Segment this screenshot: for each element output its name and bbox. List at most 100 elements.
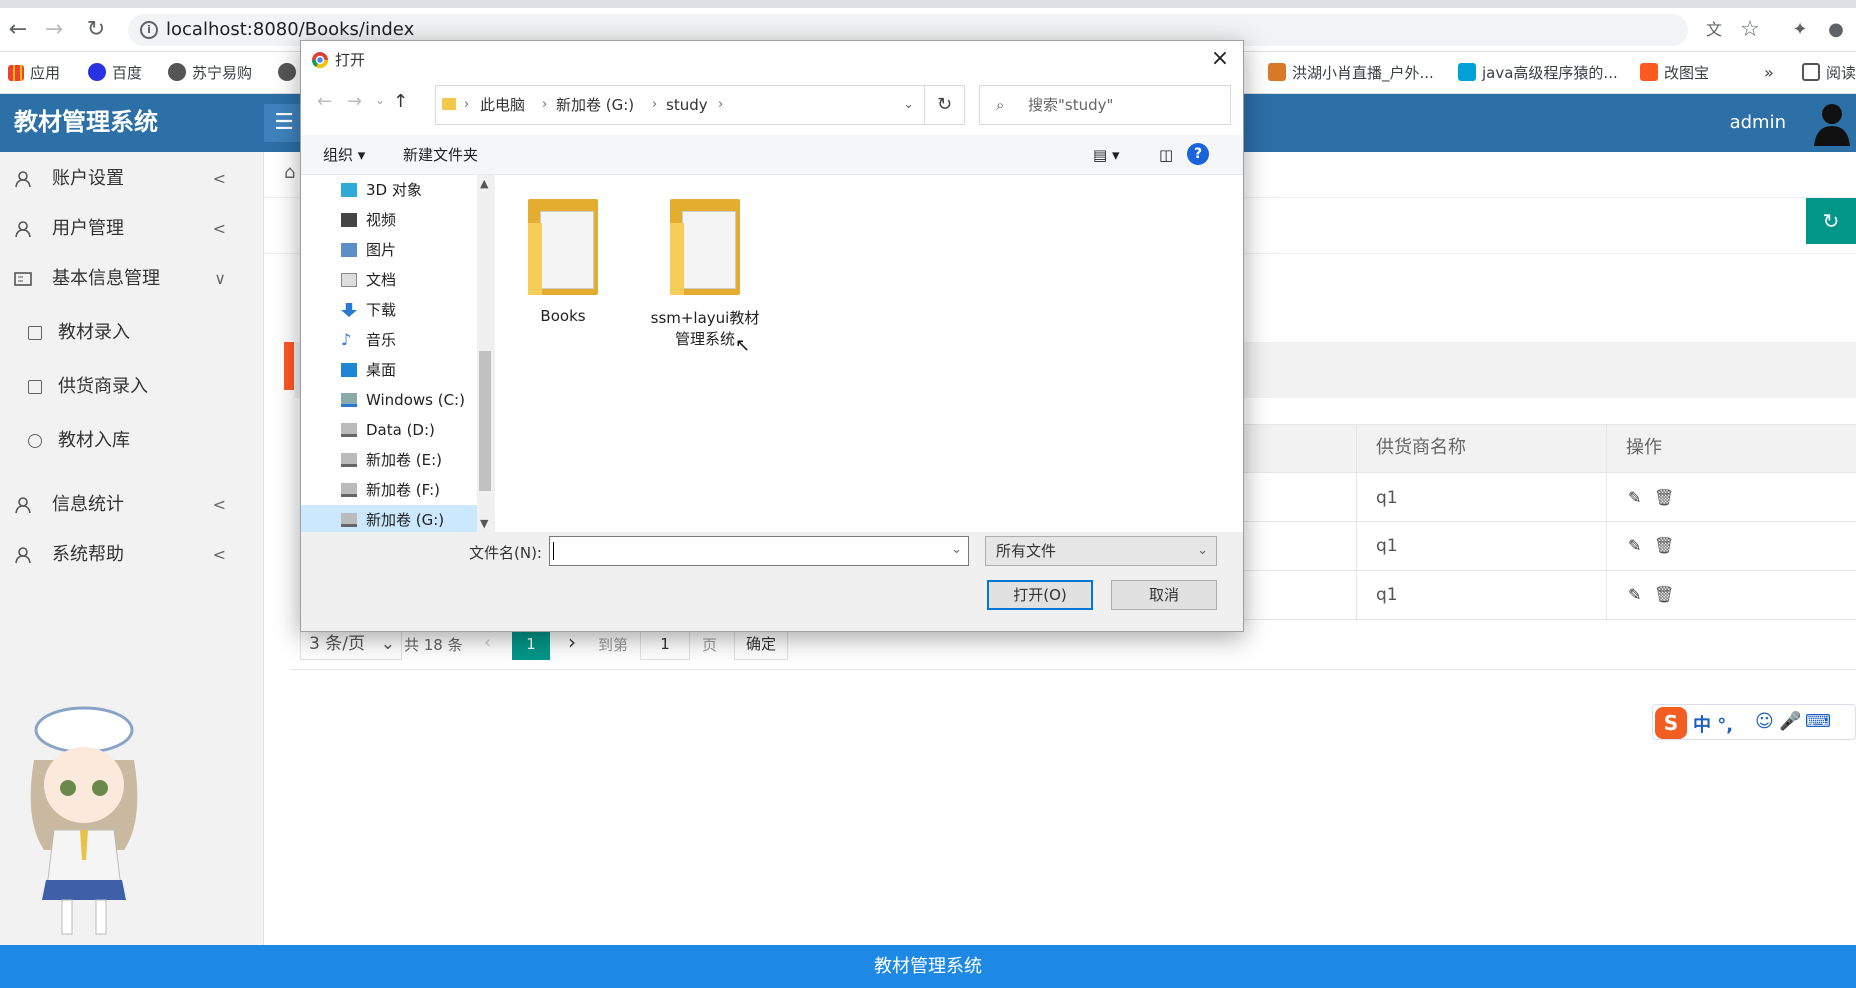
open-button[interactable]: 打开(O) [987,580,1093,610]
back-arrow-icon[interactable]: ← [317,91,332,112]
reading-list[interactable]: 阅读 [1802,62,1856,84]
emoji-icon[interactable]: ☺ [1755,711,1774,732]
nav-item-drive-g[interactable]: 新加卷 (G:) [301,505,477,535]
recent-dropdown-icon[interactable]: ⌄ [375,93,385,107]
bookmark-globe[interactable] [278,62,302,84]
view-options-icon[interactable]: ▤ ▾ [1093,135,1119,175]
breadcrumb[interactable]: › 此电脑 › 新加卷 (G:) › study › ⌄ [435,85,925,125]
bookmark-live[interactable]: 洪湖小肖直播_户外... [1268,62,1434,84]
sidebar-item-users[interactable]: 用户管理 < [0,204,264,254]
sidebar-item-statistics[interactable]: 信息统计 < [0,480,264,530]
table-header-actions: 操作 [1626,437,1662,458]
bookmark-java[interactable]: java高级程序猿的... [1458,62,1618,84]
home-icon[interactable]: ⌂ [284,162,295,183]
nav-item-drive-e[interactable]: 新加卷 (E:) [301,445,477,475]
page-button-current[interactable]: 1 [512,628,550,660]
bookmark-baidu[interactable]: 百度 [88,62,142,84]
close-icon[interactable]: × [1197,41,1243,77]
delete-icon[interactable]: 🗑 [1654,474,1674,522]
user-name[interactable]: admin [1730,110,1786,136]
nav-item-videos[interactable]: 视频 [301,205,477,235]
id-card-icon [14,272,32,286]
edit-icon[interactable]: ✎ [1628,474,1641,522]
translate-icon[interactable]: 文 [1700,16,1728,44]
page-unit-label: 页 [702,636,718,654]
filetype-select[interactable]: 所有文件 ⌄ [985,536,1217,566]
nav-item-music[interactable]: ♪ 音乐 [301,325,477,355]
microphone-icon[interactable]: 🎤 [1779,711,1801,732]
sidebar-item-basic-info[interactable]: 基本信息管理 ∨ [0,254,264,304]
back-icon[interactable]: ← [4,16,32,44]
forward-icon[interactable]: → [40,16,68,44]
edit-icon[interactable]: ✎ [1628,522,1641,570]
nav-item-drive-f[interactable]: 新加卷 (F:) [301,475,477,505]
bookmark-apps[interactable]: 应用 [8,62,60,84]
filename-input[interactable]: ⌄ [549,536,969,566]
profile-icon[interactable]: ● [1822,16,1850,44]
breadcrumb-this-pc[interactable]: 此电脑 [480,86,525,124]
keyboard-icon[interactable]: ⌨ [1805,711,1831,732]
navigation-pane: 3D 对象 视频 图片 文档 下载 ♪ 音乐 桌面 Windows (C:) Da… [301,175,493,535]
accent-bar [284,342,294,390]
forward-arrow-icon[interactable]: → [347,91,362,112]
sidebar-item-help[interactable]: 系统帮助 < [0,530,264,580]
nav-item-drive-c[interactable]: Windows (C:) [301,385,477,415]
goto-page-input[interactable]: 1 [640,628,690,660]
per-page-select[interactable]: 3 条/页 ⌄ [300,628,402,660]
mouse-cursor-icon: ↖ [735,335,751,356]
ime-toolbar[interactable]: S 中 °, ☺ 🎤 ⌨ [1652,704,1856,740]
breadcrumb-study[interactable]: study [666,86,708,124]
next-page-icon[interactable]: › [568,630,576,654]
nav-item-drive-d[interactable]: Data (D:) [301,415,477,445]
delete-icon[interactable]: 🗑 [1654,571,1674,619]
nav-item-desktop[interactable]: 桌面 [301,355,477,385]
new-folder-button[interactable]: 新建文件夹 [403,135,478,175]
sidebar-item-account[interactable]: 账户设置 < [0,154,264,204]
help-icon[interactable]: ? [1187,143,1209,165]
bookmark-suning[interactable]: 苏宁易购 [168,62,252,84]
folder-item[interactable]: ssm+layui教材管理系统 [645,193,765,349]
nav-item-documents[interactable]: 文档 [301,265,477,295]
info-icon[interactable]: i [140,21,158,39]
scroll-up-icon[interactable]: ▲ [480,177,488,190]
nav-item-downloads[interactable]: 下载 [301,295,477,325]
document-icon [28,380,42,394]
sidebar-subitem-textbook-entry[interactable]: 教材录入 [0,308,264,358]
search-input[interactable]: ⌕ 搜索"study" [979,85,1231,125]
reload-icon[interactable]: ↻ [82,16,110,44]
picture-icon [341,243,357,257]
cancel-button[interactable]: 取消 [1111,580,1217,610]
nav-item-pictures[interactable]: 图片 [301,235,477,265]
chevron-down-icon[interactable]: ⌄ [903,86,914,124]
breadcrumb-drive-g[interactable]: 新加卷 (G:) [556,86,634,124]
star-icon[interactable]: ☆ [1736,16,1764,44]
organize-menu[interactable]: 组织 ▾ [323,135,365,175]
folder-item[interactable]: Books [503,193,623,325]
edit-icon[interactable]: ✎ [1628,571,1641,619]
document-icon [28,326,42,340]
nav-scroll-thumb[interactable] [479,351,491,491]
delete-icon[interactable]: 🗑 [1654,522,1674,570]
preview-pane-icon[interactable]: ◫ [1159,135,1173,175]
scroll-down-icon[interactable]: ▼ [480,517,488,530]
menu-toggle-icon[interactable]: ☰ [264,104,304,142]
refresh-button[interactable]: ↻ [1806,198,1856,244]
refresh-icon[interactable]: ↻ [925,85,965,125]
sidebar-subitem-stock-in[interactable]: 教材入库 [0,416,264,466]
chevron-down-icon[interactable]: ⌄ [951,542,962,557]
user-avatar-icon[interactable] [1810,100,1850,146]
goto-confirm-button[interactable]: 确定 [734,628,788,660]
up-arrow-icon[interactable]: ↑ [393,91,408,112]
bookmarks-overflow[interactable]: » [1764,62,1774,84]
gaitubao-icon [1640,63,1658,81]
prev-page-icon[interactable]: ‹ [484,632,491,653]
table-header-supplier[interactable]: 供货商名称 [1376,424,1466,472]
bookmark-gaitubao[interactable]: 改图宝 [1640,62,1709,84]
drive-icon [341,453,357,467]
ime-mode-label: 中 °, [1693,715,1734,736]
chevron-right-icon: › [464,97,470,112]
extensions-icon[interactable]: ✦ [1786,16,1814,44]
nav-item-3d-objects[interactable]: 3D 对象 [301,175,477,205]
sidebar-subitem-supplier-entry[interactable]: 供货商录入 [0,362,264,412]
mascot-image [30,706,138,935]
